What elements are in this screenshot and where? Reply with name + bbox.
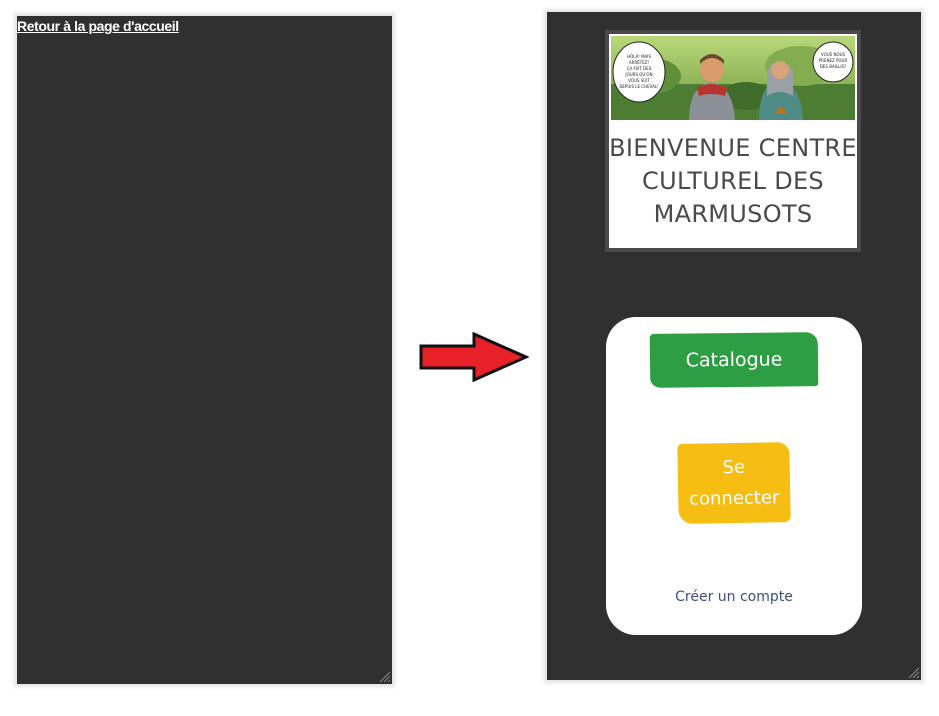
svg-text:HOLÀ! MAIS: HOLÀ! MAIS (627, 54, 651, 59)
login-button[interactable]: Se connecter (677, 442, 791, 524)
welcome-banner: HOLÀ! MAIS ARRÊTEZ! ÇA FAIT DES JOURS QU… (605, 30, 861, 252)
svg-text:DEPUIS LE CHEVAL!: DEPUIS LE CHEVAL! (619, 84, 658, 89)
svg-text:JOURS QU'ON: JOURS QU'ON (624, 72, 652, 77)
left-preview-panel: Retour à la page d'accueil (17, 16, 392, 684)
red-right-arrow-icon (419, 332, 530, 382)
svg-text:ÇA FAIT DES: ÇA FAIT DES (627, 66, 652, 71)
right-preview-panel: HOLÀ! MAIS ARRÊTEZ! ÇA FAIT DES JOURS QU… (547, 12, 921, 680)
svg-text:PRENEZ POUR: PRENEZ POUR (819, 58, 848, 63)
back-to-home-link[interactable]: Retour à la page d'accueil (17, 18, 179, 34)
action-card: Catalogue Se connecter Créer un compte (606, 317, 862, 635)
catalogue-button[interactable]: Catalogue (649, 332, 819, 388)
create-account-link[interactable]: Créer un compte (606, 589, 862, 605)
resize-grip-icon[interactable] (907, 666, 919, 678)
svg-text:VOUS NOUS: VOUS NOUS (821, 52, 846, 57)
svg-text:DES BAILLIS?: DES BAILLIS? (820, 64, 846, 69)
welcome-title: BIENVENUE CENTRE CULTUREL DES MARMUSOTS (609, 134, 857, 228)
svg-text:VOUS SUIT: VOUS SUIT (628, 78, 650, 83)
comic-illustration: HOLÀ! MAIS ARRÊTEZ! ÇA FAIT DES JOURS QU… (611, 36, 855, 120)
svg-text:ARRÊTEZ!: ARRÊTEZ! (629, 60, 649, 65)
resize-grip-icon[interactable] (378, 670, 390, 682)
